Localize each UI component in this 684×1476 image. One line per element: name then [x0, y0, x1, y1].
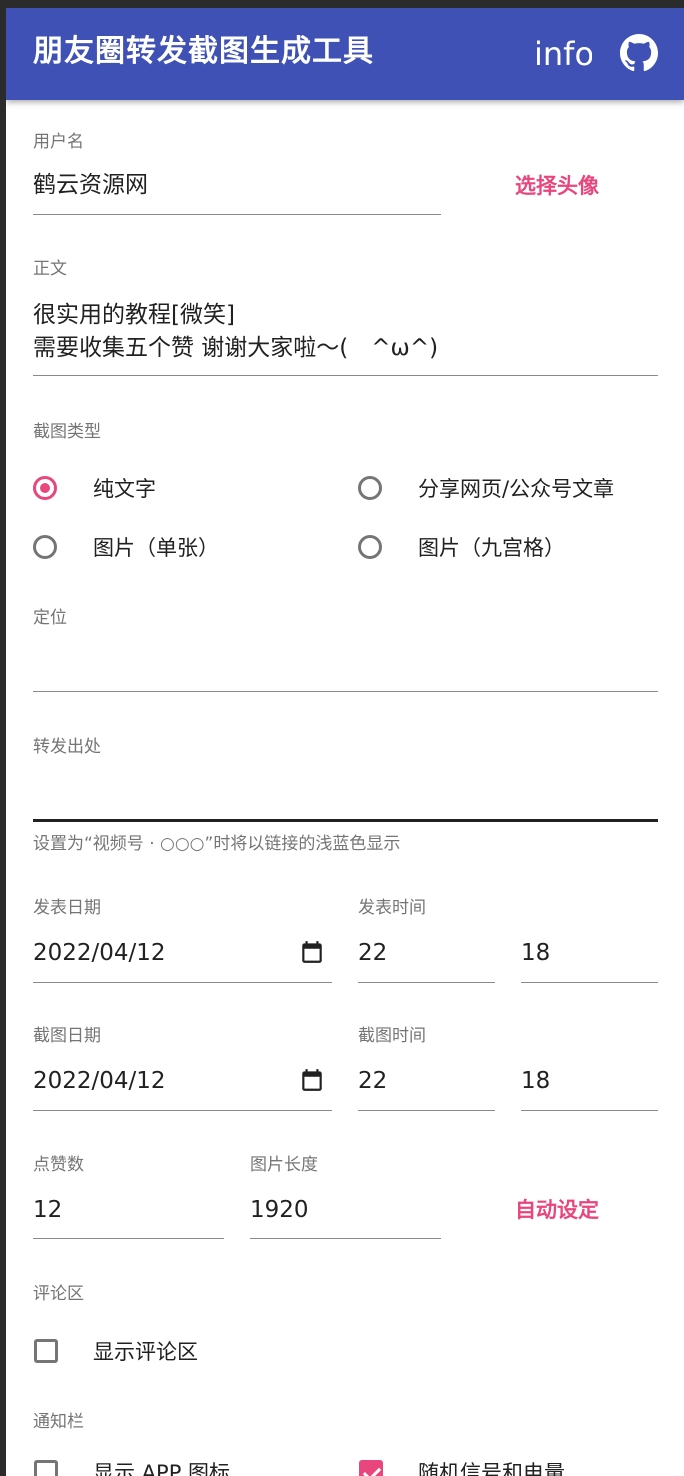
show-comments-checkbox[interactable]: [34, 1339, 58, 1363]
capture-hour-underline: [358, 1110, 495, 1111]
radio-text-only-label[interactable]: 纯文字: [93, 474, 156, 504]
publish-minute-input[interactable]: 18: [521, 937, 550, 969]
random-signal-label[interactable]: 随机信号和电量: [418, 1458, 565, 1476]
location-label: 定位: [33, 608, 67, 628]
choose-avatar-button[interactable]: 选择头像: [515, 171, 599, 201]
radio-share-article[interactable]: [358, 476, 382, 500]
location-underline: [33, 691, 658, 692]
auto-set-button[interactable]: 自动设定: [515, 1195, 599, 1225]
image-length-label: 图片长度: [250, 1155, 318, 1175]
capture-hour-input[interactable]: 22: [358, 1065, 387, 1097]
show-app-icon-label[interactable]: 显示 APP 图标: [93, 1458, 230, 1476]
publish-date-label: 发表日期: [33, 898, 101, 918]
publish-calendar-icon[interactable]: [299, 939, 325, 965]
radio-single-image-label[interactable]: 图片（单张）: [93, 533, 219, 563]
publish-date-input[interactable]: 2022/04/12: [33, 937, 166, 969]
app-title: 朋友圈转发截图生成工具: [33, 34, 374, 69]
body-text-line-2[interactable]: 需要收集五个赞 谢谢大家啦～( ^ω^): [33, 332, 438, 364]
show-app-icon-checkbox[interactable]: [34, 1460, 58, 1476]
username-label: 用户名: [33, 132, 84, 152]
screenshot-type-label: 截图类型: [33, 422, 101, 442]
comments-label: 评论区: [33, 1284, 84, 1304]
repost-source-label: 转发出处: [33, 737, 101, 757]
body-text-label: 正文: [33, 259, 67, 279]
random-signal-checkbox[interactable]: [359, 1460, 383, 1476]
publish-hour-input[interactable]: 22: [358, 937, 387, 969]
capture-calendar-icon[interactable]: [299, 1067, 325, 1093]
radio-share-article-label[interactable]: 分享网页/公众号文章: [418, 474, 614, 504]
radio-nine-grid-label[interactable]: 图片（九宫格）: [418, 533, 565, 563]
location-input[interactable]: [33, 648, 658, 680]
likes-input[interactable]: 12: [33, 1194, 62, 1226]
radio-text-only[interactable]: [33, 476, 57, 500]
capture-date-input[interactable]: 2022/04/12: [33, 1065, 166, 1097]
github-icon[interactable]: [620, 34, 658, 72]
notification-label: 通知栏: [33, 1412, 84, 1432]
capture-date-underline: [33, 1110, 332, 1111]
username-underline: [33, 214, 441, 215]
publish-hour-underline: [358, 982, 495, 983]
show-comments-label[interactable]: 显示评论区: [93, 1337, 198, 1367]
capture-minute-underline: [521, 1110, 658, 1111]
radio-nine-grid[interactable]: [358, 535, 382, 559]
likes-underline: [33, 1238, 224, 1239]
publish-date-underline: [33, 982, 332, 983]
app-bar: 朋友圈转发截图生成工具 info: [6, 8, 684, 100]
capture-minute-input[interactable]: 18: [521, 1065, 550, 1097]
publish-time-label: 发表时间: [358, 898, 426, 918]
body-text-line-1[interactable]: 很实用的教程[微笑]: [33, 299, 235, 331]
repost-source-input[interactable]: [33, 776, 658, 808]
radio-single-image[interactable]: [33, 535, 57, 559]
username-input[interactable]: 鹤云资源网: [33, 169, 148, 201]
repost-source-helper: 设置为“视频号 · ○○○”时将以链接的浅蓝色显示: [33, 834, 401, 854]
likes-label: 点赞数: [33, 1155, 84, 1175]
publish-minute-underline: [521, 982, 658, 983]
capture-date-label: 截图日期: [33, 1026, 101, 1046]
capture-time-label: 截图时间: [358, 1026, 426, 1046]
repost-source-underline: [33, 819, 658, 822]
image-length-input[interactable]: 1920: [250, 1194, 309, 1226]
info-button[interactable]: info: [534, 34, 592, 74]
form-page: 朋友圈转发截图生成工具 info 用户名 鹤云资源网 选择头像 正文 很实用的教…: [6, 8, 684, 1476]
body-text-underline: [33, 375, 658, 376]
image-length-underline: [250, 1238, 441, 1239]
